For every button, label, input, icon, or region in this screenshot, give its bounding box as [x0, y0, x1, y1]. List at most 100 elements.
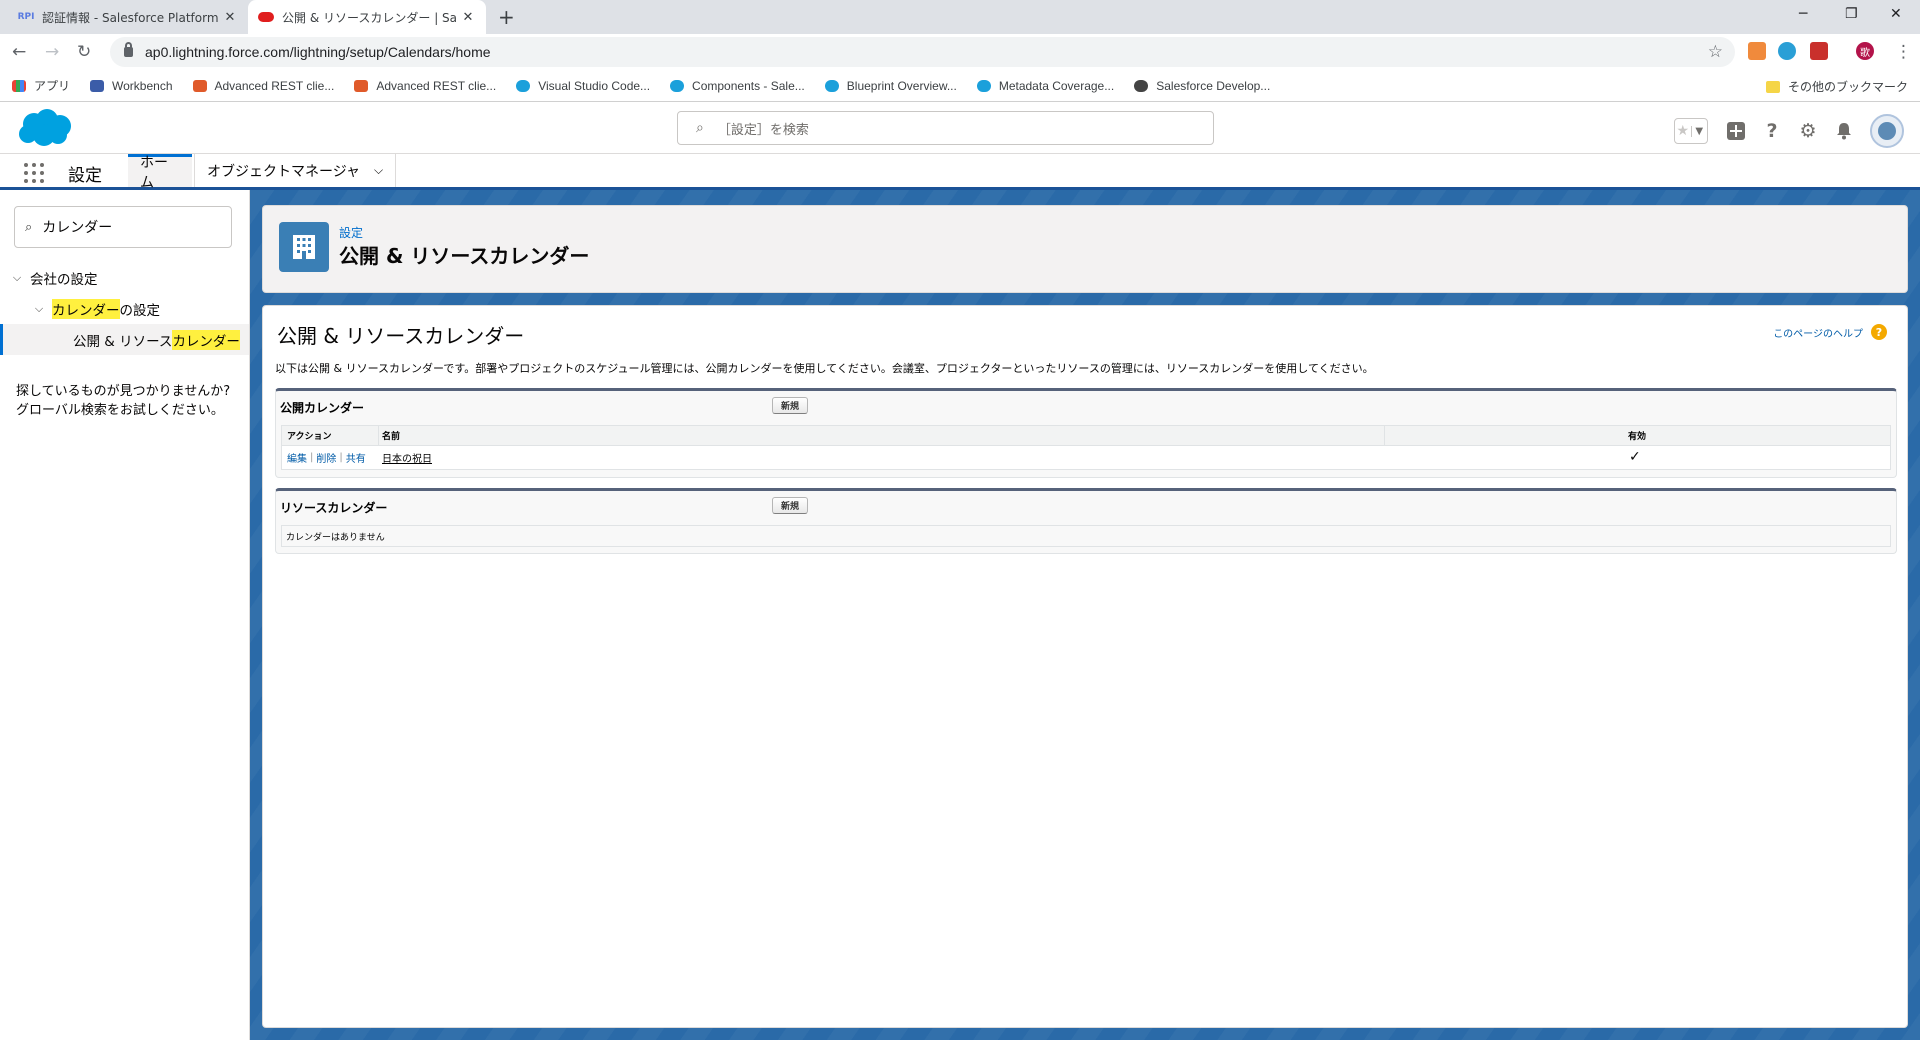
favorites-button[interactable]: ★ ▼ [1674, 118, 1708, 144]
quick-find-value: カレンダー [42, 220, 113, 236]
globe-icon [1134, 79, 1149, 92]
question-icon[interactable]: ? [1760, 119, 1784, 143]
search-icon: ⌕ [696, 120, 704, 136]
new-public-calendar-button[interactable]: 新規 [772, 397, 809, 414]
profile-avatar[interactable]: 歌 [1856, 42, 1874, 60]
tab-object-manager[interactable]: オブジェクトマネージャ ⌵ [194, 154, 397, 187]
tree-item-calendar-settings[interactable]: ⌵ カレンダー の設定 [0, 293, 249, 324]
public-calendars-section: 公開カレンダー 新規 アクション 名前 有効 編集 | 削除 | 共有 日本の祝… [275, 388, 1897, 478]
bookmark-star-icon[interactable]: ☆ [1708, 42, 1723, 62]
bookmarks-bar: アプリ Workbench Advanced REST clie... Adva… [0, 70, 1920, 102]
tree-item-public-resource-calendars[interactable]: 公開 & リソース カレンダー [0, 324, 249, 355]
restore-icon[interactable]: ❐ [1845, 6, 1858, 22]
edit-link[interactable]: 編集 [287, 450, 307, 465]
search-placeholder: ［設定］を検索 [717, 122, 809, 138]
workbench-icon [90, 79, 105, 92]
pdf-extension-icon[interactable] [1810, 42, 1828, 60]
close-window-icon[interactable]: ✕ [1890, 6, 1902, 22]
building-icon [279, 222, 329, 272]
tree-label: 公開 & リソース [73, 333, 173, 350]
tab-title: 公開 & リソースカレンダー | Salesforc [282, 10, 456, 25]
salesforce-logo-icon[interactable] [14, 108, 74, 148]
calendar-name-link[interactable]: 日本の祝日 [382, 450, 432, 465]
bookmark-label: Advanced REST clie... [376, 78, 497, 93]
plus-icon[interactable] [1724, 119, 1748, 143]
share-link[interactable]: 共有 [346, 450, 366, 465]
content-title: 公開 & リソースカレンダー [277, 324, 525, 348]
bookmark-arc-1[interactable]: Advanced REST clie... [192, 78, 335, 93]
context-nav: 設定 ホーム オブジェクトマネージャ ⌵ [0, 154, 1920, 191]
bookmark-metadata[interactable]: Metadata Coverage... [976, 79, 1114, 93]
chevron-down-icon[interactable]: ⌵ [10, 271, 24, 285]
quick-find-input[interactable]: ⌕ カレンダー [14, 206, 232, 248]
bookmark-label: アプリ [34, 79, 71, 93]
gear-icon[interactable]: ⚙ [1796, 119, 1820, 143]
close-tab-icon[interactable]: ✕ [460, 10, 476, 25]
chevron-down-icon[interactable]: ⌵ [374, 163, 383, 178]
breadcrumb[interactable]: 設定 [339, 224, 363, 241]
bookmark-components[interactable]: Components - Sale... [670, 79, 805, 93]
waffle-icon[interactable] [24, 163, 44, 183]
tree-item-company-settings[interactable]: ⌵ 会社の設定 [0, 262, 249, 293]
chevron-down-icon[interactable]: ⌵ [32, 302, 46, 316]
rpi-favicon-icon: RPI [17, 12, 35, 22]
salesforce-cloud-icon [976, 79, 991, 92]
new-tab-icon[interactable]: + [498, 5, 515, 29]
bookmark-label: Blueprint Overview... [846, 78, 957, 93]
menu-icon[interactable]: ⋮ [1895, 42, 1912, 62]
bookmark-apps[interactable]: アプリ [12, 77, 70, 94]
column-header-action: アクション [287, 432, 332, 442]
forward-icon[interactable]: → [45, 42, 59, 62]
tab-home[interactable]: ホーム [128, 154, 192, 191]
public-calendars-table: アクション 名前 有効 編集 | 削除 | 共有 日本の祝日 ✓ [281, 425, 1891, 470]
other-bookmarks[interactable]: その他のブックマーク [1765, 78, 1908, 95]
column-header-active[interactable]: 有効 [1384, 426, 1890, 445]
close-tab-icon[interactable]: ✕ [222, 10, 238, 25]
bookmark-sf-develop[interactable]: Salesforce Develop... [1134, 79, 1270, 93]
bookmark-label: Visual Studio Code... [538, 78, 651, 93]
tree-label-highlight: カレンダー [52, 298, 120, 319]
extension-2-icon[interactable] [1778, 42, 1796, 60]
section-heading: 公開カレンダー [280, 401, 365, 415]
extension-1-icon[interactable] [1748, 42, 1766, 60]
bookmark-arc-2[interactable]: Advanced REST clie... [354, 79, 496, 93]
resource-calendars-section: リソースカレンダー 新規 カレンダーはありません [275, 488, 1897, 554]
delete-link[interactable]: 削除 [316, 450, 336, 465]
folder-icon [1765, 80, 1780, 93]
bookmark-blueprint[interactable]: Blueprint Overview... [824, 78, 957, 93]
tree-label-highlight: カレンダー [172, 329, 240, 350]
salesforce-favicon-icon [258, 12, 274, 22]
bell-icon[interactable] [1832, 119, 1856, 143]
user-avatar[interactable] [1870, 114, 1904, 148]
address-bar[interactable]: ap0.lightning.force.com/lightning/setup/… [110, 37, 1735, 67]
sidebar-help-text: 探しているものが見つかりませんか? グローバル検索をお試しください。 [16, 382, 241, 420]
table-header-row: アクション 名前 有効 [282, 426, 1890, 446]
browser-tab-2[interactable]: 公開 & リソースカレンダー | Salesforc ✕ [248, 0, 486, 34]
row-actions: 編集 | 削除 | 共有 [282, 450, 378, 465]
minimize-icon[interactable]: ─ [1799, 6, 1807, 22]
new-resource-calendar-button[interactable]: 新規 [772, 497, 809, 514]
url-text: ap0.lightning.force.com/lightning/setup/… [145, 44, 491, 60]
row-name-cell: 日本の祝日 [378, 450, 1384, 465]
page-help-link[interactable]: このページのヘルプ ? [1773, 324, 1887, 340]
bookmark-label: Advanced REST clie... [214, 78, 335, 93]
empty-message: カレンダーはありません [281, 525, 1891, 547]
star-icon: ★ [1676, 123, 1690, 139]
browser-tab-bar: RPI 認証情報 - Salesforce Platform A ✕ 公開 & … [0, 0, 1920, 34]
page-title: 公開 & リソースカレンダー [339, 244, 590, 268]
page-header: 設定 公開 & リソースカレンダー [262, 205, 1908, 293]
back-icon[interactable]: ← [12, 42, 26, 62]
bookmark-workbench[interactable]: Workbench [90, 79, 173, 93]
setup-sidebar: ⌕ カレンダー ⌵ 会社の設定 ⌵ カレンダー の設定 公開 & リソース カレンダ… [0, 190, 250, 1040]
global-search-input[interactable]: ⌕ ［設定］を検索 [677, 111, 1214, 145]
content-panel: 公開 & リソースカレンダー このページのヘルプ ? 以下は公開 & リソースカ… [262, 305, 1908, 1028]
bookmark-vscode[interactable]: Visual Studio Code... [516, 79, 650, 93]
apps-grid-icon [12, 79, 26, 92]
browser-tab-1[interactable]: RPI 認証情報 - Salesforce Platform A ✕ [8, 0, 248, 34]
app-name: 設定 [68, 166, 102, 186]
help-link-label: このページのヘルプ [1773, 328, 1863, 340]
salesforce-cloud-icon [670, 79, 685, 92]
column-header-name[interactable]: 名前 [378, 426, 1384, 445]
header-utility-icons: ★ ▼ ? ⚙ [1674, 114, 1904, 148]
reload-icon[interactable]: ↻ [77, 42, 91, 62]
